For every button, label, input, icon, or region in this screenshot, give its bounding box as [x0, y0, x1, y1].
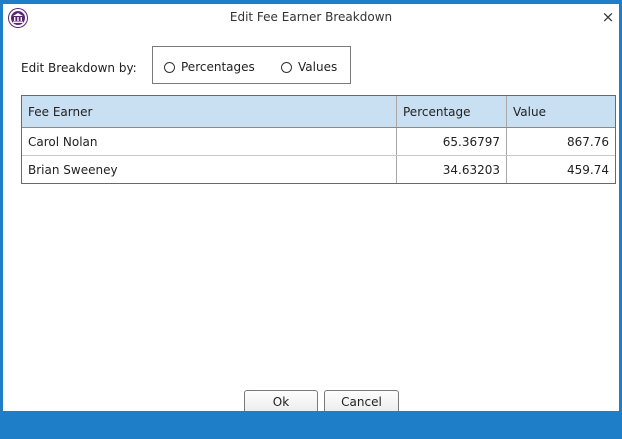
radio-percentages[interactable]: Percentages [164, 60, 255, 74]
close-icon: × [601, 8, 615, 26]
radio-values[interactable]: Values [281, 60, 337, 74]
table-row[interactable]: Brian Sweeney 34.63203 459.74 [22, 156, 615, 183]
breakdown-label: Edit Breakdown by: [21, 61, 137, 75]
radio-circle-icon[interactable] [164, 61, 175, 73]
column-header-fee-earner[interactable]: Fee Earner [22, 96, 396, 127]
fee-earner-table: Fee Earner Percentage Value Carol Nolan … [21, 95, 616, 184]
radio-percentages-label: Percentages [181, 60, 255, 74]
fee-earner-cell: Carol Nolan [28, 134, 98, 149]
percentage-cell[interactable]: 65.36797 [396, 128, 506, 155]
radio-circle-icon[interactable] [281, 61, 292, 73]
breakdown-option-group: Percentages Values [152, 46, 351, 84]
table-row[interactable]: Carol Nolan 65.36797 867.76 [22, 128, 615, 156]
radio-values-label: Values [298, 60, 338, 74]
title-bar: Edit Fee Earner Breakdown × [3, 4, 619, 32]
close-button[interactable]: × [599, 7, 617, 27]
column-header-percentage[interactable]: Percentage [396, 96, 506, 127]
column-header-value[interactable]: Value [506, 96, 615, 127]
dialog-window: Edit Fee Earner Breakdown × Edit Breakdo… [0, 0, 622, 439]
percentage-cell[interactable]: 34.63203 [396, 156, 506, 183]
dialog-title: Edit Fee Earner Breakdown [229, 10, 393, 24]
bottom-status-bar [0, 411, 622, 439]
value-cell[interactable]: 867.76 [506, 128, 615, 155]
fee-earner-cell: Brian Sweeney [28, 162, 118, 177]
table-header: Fee Earner Percentage Value [22, 96, 615, 128]
value-cell[interactable]: 459.74 [506, 156, 615, 183]
